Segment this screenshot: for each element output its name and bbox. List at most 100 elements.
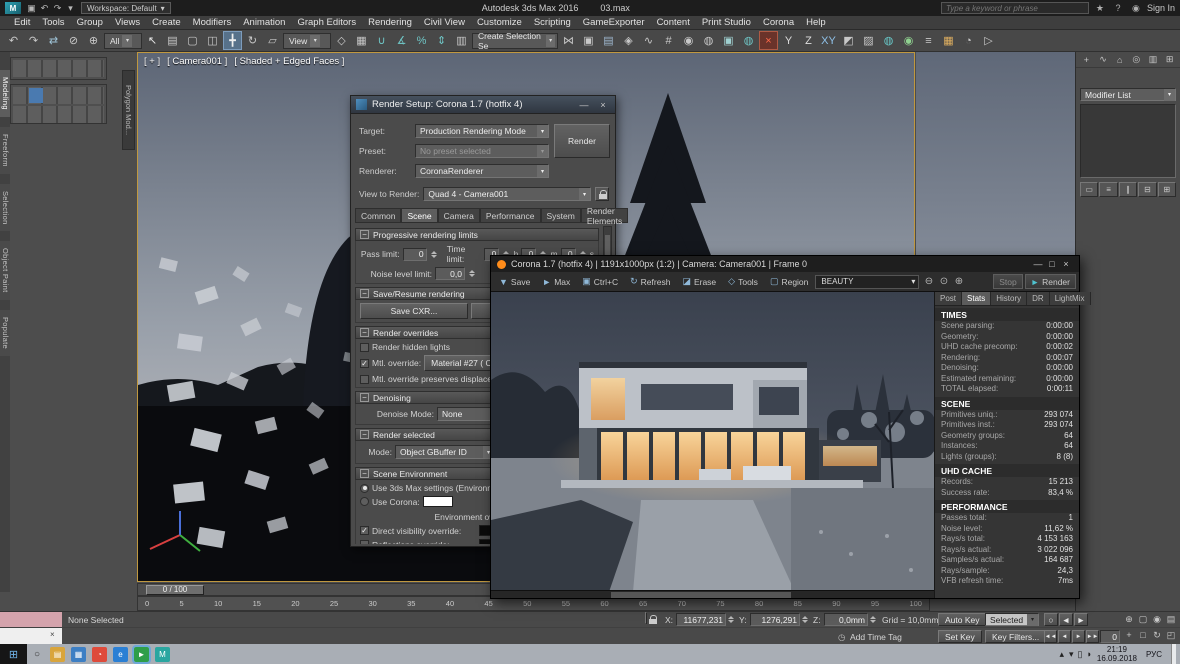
command-panel-tab[interactable]: ◎ — [1129, 53, 1144, 67]
vfb-render-button[interactable]: ► Render — [1025, 274, 1076, 289]
toolbar-icon[interactable]: ∿ — [639, 31, 658, 50]
modifier-stack[interactable] — [1080, 104, 1176, 178]
taskbar-app-icon[interactable]: ◔ — [92, 647, 107, 662]
taskbar-app-icon[interactable]: ▦ — [71, 647, 86, 662]
tray-icon[interactable]: ▯ — [1078, 649, 1083, 660]
menu-item[interactable]: GameExporter — [577, 17, 651, 28]
stack-tool-button[interactable]: ≡ — [1099, 182, 1117, 197]
dialog-title-bar[interactable]: Render Setup: Corona 1.7 (hotfix 4) — × — [351, 96, 615, 114]
render-button[interactable]: Render — [554, 124, 610, 158]
toolbar-icon[interactable]: ⇕ — [432, 31, 451, 50]
toolbar-icon[interactable]: ◍ — [739, 31, 758, 50]
ribbon-tab[interactable]: Freeform — [0, 127, 10, 174]
toolbar-icon[interactable]: ▨ — [859, 31, 878, 50]
toolbar-icon[interactable]: ⇄ — [44, 31, 63, 50]
stack-tool-button[interactable]: ∥ — [1119, 182, 1137, 197]
viewport-nav-button[interactable]: ▤ — [1164, 612, 1178, 627]
zoom-icon[interactable]: ⊖ — [921, 276, 936, 287]
toolbar-icon[interactable]: × — [759, 31, 778, 50]
key-step-button[interactable]: ◄ — [1059, 613, 1073, 626]
active-subobject-button[interactable] — [29, 88, 43, 103]
close-icon[interactable]: × — [596, 100, 610, 110]
menu-item[interactable]: Help — [800, 17, 832, 28]
ribbon-tab[interactable]: Selection — [0, 184, 10, 232]
selection-set-dropdown[interactable]: Create Selection Se▾ — [472, 33, 558, 49]
stop-render-button[interactable]: Stop — [993, 274, 1023, 289]
use-corona-radio[interactable] — [360, 497, 369, 506]
viewport-nav-button[interactable]: + — [1122, 628, 1136, 643]
command-panel-tab[interactable]: ⌂ — [1112, 53, 1127, 67]
render-element-dropdown[interactable]: BEAUTY▾ — [815, 275, 919, 289]
tray-icon[interactable]: ◗ — [1086, 649, 1091, 659]
menu-item[interactable]: Corona — [757, 17, 800, 28]
vfb-horizontal-scrollbar[interactable] — [491, 590, 934, 598]
playback-button[interactable]: ►► — [1086, 630, 1099, 643]
modeling-palette[interactable] — [10, 57, 107, 80]
toolbar-icon[interactable]: ↶ — [4, 31, 23, 50]
menu-item[interactable]: Content — [651, 17, 696, 28]
ribbon-tab[interactable]: Populate — [0, 310, 10, 356]
vfb-toolbar-button[interactable]: ▣ Ctrl+C — [577, 274, 623, 290]
vfb-panel-tab[interactable]: DR — [1027, 292, 1050, 305]
toolbar-icon[interactable]: ▦ — [352, 31, 371, 50]
toolbar-icon[interactable]: ◫ — [203, 31, 222, 50]
taskbar-search-icon[interactable]: ○ — [27, 644, 47, 664]
viewport-menu-camera[interactable]: [ Camera001 ] — [167, 56, 227, 67]
pass-limit-field[interactable]: 0 — [403, 248, 427, 261]
toolbar-icon[interactable]: Z — [799, 31, 818, 50]
menu-item[interactable]: Group — [71, 17, 109, 28]
menu-item[interactable]: Animation — [237, 17, 291, 28]
toolbar-icon[interactable]: Y — [779, 31, 798, 50]
menu-item[interactable]: Customize — [471, 17, 528, 28]
toolbar-icon[interactable]: ▢ — [183, 31, 202, 50]
minimize-icon[interactable]: — — [577, 100, 591, 110]
toolbar-icon[interactable]: # — [659, 31, 678, 50]
help-icon[interactable]: ? — [1111, 3, 1125, 13]
preset-dropdown[interactable]: No preset selected▾ — [415, 144, 549, 158]
reflections-override-checkbox[interactable] — [360, 540, 369, 544]
viewport-nav-button[interactable]: ◰ — [1164, 628, 1178, 643]
reference-coordinate-dropdown[interactable]: View▾ — [283, 33, 331, 49]
direct-visibility-override-checkbox[interactable] — [360, 526, 369, 535]
playback-button[interactable]: ► — [1072, 630, 1085, 643]
menu-item[interactable]: Edit — [8, 17, 36, 28]
quick-access-icon[interactable]: ↷ — [51, 3, 64, 14]
command-panel-tab[interactable]: ∿ — [1096, 53, 1111, 67]
set-key-button[interactable]: Set Key — [938, 630, 982, 643]
vfb-toolbar-button[interactable]: ◪ Erase — [677, 274, 721, 290]
tray-icon[interactable]: ▾ — [1069, 649, 1074, 660]
key-mode-dropdown[interactable]: Selected▾ — [985, 613, 1039, 626]
max-logo-icon[interactable]: M — [5, 2, 21, 14]
toolbar-icon[interactable]: ⋈ — [559, 31, 578, 50]
view-to-render-dropdown[interactable]: Quad 4 - Camera001▾ — [423, 187, 591, 201]
viewport-nav-button[interactable]: ↻ — [1150, 628, 1164, 643]
toolbar-icon[interactable]: ◉ — [899, 31, 918, 50]
vfb-toolbar-button[interactable]: ▼ Save — [494, 274, 535, 290]
viewport-menu-shading[interactable]: [ Shaded + Edged Faces ] — [234, 56, 344, 67]
menu-item[interactable]: Print Studio — [696, 17, 757, 28]
menu-item[interactable]: Views — [109, 17, 146, 28]
polygon-modeling-panel-label[interactable]: Polygon Mod... — [122, 70, 135, 150]
use-max-settings-radio[interactable] — [360, 484, 369, 493]
toolbar-icon[interactable]: ↷ — [24, 31, 43, 50]
vfb-panel-tab[interactable]: Post — [935, 292, 962, 305]
time-slider-handle[interactable]: 0 / 100 — [146, 585, 204, 595]
render-setup-tab[interactable]: Render Elements — [581, 208, 628, 223]
toolbar-icon[interactable]: ◍ — [699, 31, 718, 50]
maxscript-listener-pink[interactable] — [0, 612, 62, 628]
mtl-preserve-displacement-checkbox[interactable] — [360, 375, 369, 384]
command-panel-tab[interactable]: ▥ — [1146, 53, 1161, 67]
toolbar-icon[interactable]: ◩ — [839, 31, 858, 50]
toolbar-icon[interactable]: ⊕ — [84, 31, 103, 50]
selection-filter-dropdown[interactable]: All▾ — [104, 33, 142, 49]
star-icon[interactable]: ★ — [1093, 3, 1107, 14]
viewport-nav-button[interactable]: ⊕ — [1122, 612, 1136, 627]
menu-item[interactable]: Scripting — [528, 17, 577, 28]
toolbar-icon[interactable]: ↖ — [143, 31, 162, 50]
show-desktop-button[interactable] — [1171, 644, 1176, 664]
stack-tool-button[interactable]: ▭ — [1080, 182, 1098, 197]
language-indicator[interactable]: РУС — [1142, 650, 1166, 659]
mtl-override-checkbox[interactable] — [360, 359, 369, 368]
window-button-icon[interactable]: × — [1059, 259, 1073, 269]
render-hidden-lights-checkbox[interactable] — [360, 343, 369, 352]
